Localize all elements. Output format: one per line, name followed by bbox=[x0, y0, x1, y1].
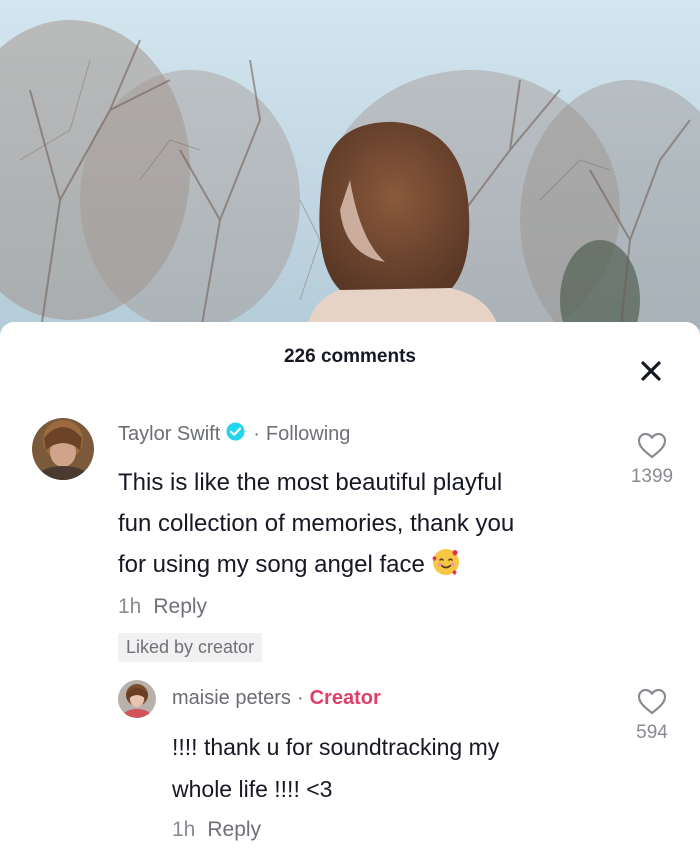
following-label: Following bbox=[265, 423, 351, 445]
video-frame-art bbox=[0, 0, 700, 336]
avatar[interactable] bbox=[32, 418, 94, 480]
smiling-face-with-hearts-icon bbox=[431, 547, 461, 590]
heart-outline-icon bbox=[637, 688, 667, 715]
reply-meta: 1h Reply bbox=[172, 818, 261, 842]
close-icon bbox=[641, 361, 661, 381]
like-count: 594 bbox=[636, 722, 668, 743]
heart-outline-icon bbox=[637, 432, 667, 459]
avatar-image bbox=[118, 680, 156, 718]
username[interactable]: Taylor Swift bbox=[118, 423, 220, 446]
reply-text: !!!! thank u for soundtracking my whole … bbox=[172, 734, 500, 802]
separator-dot: · bbox=[296, 687, 304, 709]
close-button[interactable] bbox=[638, 358, 664, 384]
comments-sheet: 226 comments Taylor Swift · Following Th… bbox=[0, 322, 700, 848]
creator-tag: Creator bbox=[309, 687, 381, 709]
timestamp: 1h bbox=[118, 595, 142, 618]
separator-dot: · bbox=[253, 423, 260, 445]
comments-count-title: 226 comments bbox=[283, 346, 416, 367]
like-column: 1399 bbox=[617, 432, 687, 488]
username[interactable]: maisie peters bbox=[172, 687, 291, 710]
avatar[interactable] bbox=[118, 680, 156, 718]
avatar-image bbox=[32, 418, 94, 480]
reply-button[interactable]: Reply bbox=[207, 818, 261, 842]
like-button[interactable] bbox=[617, 688, 687, 720]
like-count: 1399 bbox=[630, 466, 674, 487]
comment-text: This is like the most beautiful playful … bbox=[118, 462, 514, 590]
video-background bbox=[0, 0, 700, 336]
like-button[interactable] bbox=[617, 432, 687, 464]
comment-meta: 1h Reply bbox=[118, 595, 207, 619]
timestamp: 1h bbox=[172, 818, 196, 841]
like-column: 594 bbox=[617, 688, 687, 744]
liked-by-creator-badge: Liked by creator bbox=[118, 633, 263, 662]
reply-header: maisie peters · Creator bbox=[172, 687, 381, 710]
reply-button[interactable]: Reply bbox=[153, 595, 207, 619]
verified-badge-icon bbox=[226, 422, 245, 447]
comment-header: Taylor Swift · Following bbox=[118, 422, 350, 447]
